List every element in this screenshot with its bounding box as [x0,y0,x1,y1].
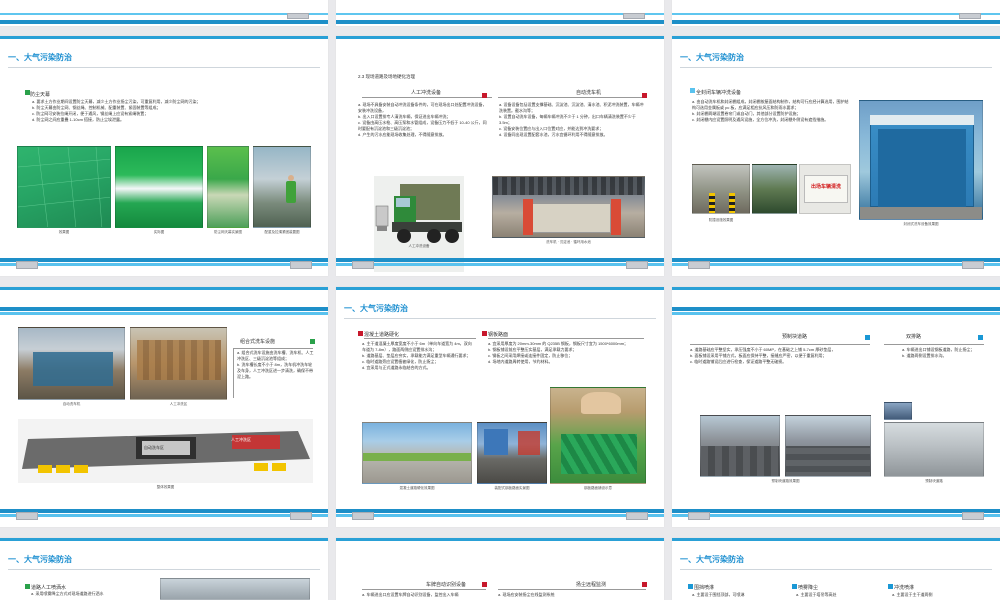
photo-auto-washer [18,327,125,400]
photo-double-2 [884,422,984,477]
photo-weight [253,146,311,228]
subsection-title: 全封闭车辆冲洗设备 [696,90,742,96]
photo-spray [160,578,310,600]
heading-double: 双排路 [906,334,922,340]
page-title: 一、大气污染防治 [8,555,72,564]
label-auto: 自动洗车区 [144,445,164,450]
page-title: 一、大气污染防治 [344,304,408,313]
heading-concrete: 混凝土道路硬化 [364,332,400,338]
text-block-left: a. 现场不具备安装自动冲洗设备条件的，可在现场出口处配置冲洗设备，安装冲洗设备… [358,102,487,137]
slide-combined-wash[interactable]: 组合式洗车设施 a. 组合式洗车设施由洗车槽、洗车机、人工冲洗区、三级沉淀池等组… [0,287,328,527]
heading-steel: 钢板路面 [488,332,509,338]
text-block-right: a. 车辆进出口铺设钢板道路，防止扬尘； b. 道路两侧设置排水沟。 [902,347,975,358]
photo-concrete-road [362,422,472,484]
photo-rendering [17,146,111,228]
text-block-left: a. 道路基础应平整坚实，承压强度不小于 60MP，在基础之上铺 5-7cm 厚… [690,347,836,364]
slide-row0-3[interactable] [672,0,1000,26]
slide-row0-2[interactable] [336,0,664,26]
slide-enclosed-wash[interactable]: 一、大气污染防治 全封闭车辆冲洗设备 a. 由自动洗车机和封闭棚组成，封闭棚按屋… [672,36,1000,276]
photo-sign-board: 出场车辆清洗 [799,164,851,214]
photo-manual-wash [130,327,227,400]
photo-enclosed-shed [859,100,983,220]
heading-manual-wash: 人工冲洗设备 [411,90,442,96]
heading-spray: 道路人工喷洒水 [31,585,67,591]
diagram-3d-overview: 人工冲洗区 自动洗车区 [18,419,313,483]
slide-plate-recognition[interactable]: 车牌自动识别设备 扬尘远程监测 a. 车辆进出口应设置车牌自动识别设备，监控出入… [336,538,664,600]
text-block: a. 由自动洗车机和封闭棚组成，封闭棚按屋面结构制作，结构可行应经计算选用，围护… [692,99,849,122]
photo-precast-2 [785,415,871,477]
text-block-right: a. 设备设备包括设置支撑基础、沉淀池、沉淀池、清水池、积泥冲洗装置，车辆冲洗装… [499,102,644,137]
text-block: a. 要求土方作业期间设置防尘天幕，减少土方作业扬尘污染，可重复利用，减少防尘网… [32,99,201,122]
heading-wash-spray: 冲洗喷淋 [894,585,915,591]
slide-precast-road[interactable]: 预制块道路 双排路 a. 道路基础应平整坚实，承压强度不小于 60MP，在基础之… [672,287,1000,527]
heading-fence-spray: 围挡喷淋 [694,585,715,591]
heading-monitor: 扬尘远程监测 [576,582,607,588]
text-block-right: a. 宜采用厚度为 20mm-30mm 的 Q235B 钢板，钢板尺寸宜为 15… [488,341,629,364]
slide-concrete-steel[interactable]: 一、大气污染防治 混凝土道路硬化 a. 主干道混凝土厚度宽度不小于 6m（单向车… [336,287,664,527]
heading-mist-spray: 喷雾降尘 [798,585,819,591]
photo-truck [752,164,797,214]
photo-auto-washer [492,176,645,238]
heading-auto-wash: 自动洗车机 [576,90,602,96]
subsection-title: 防尘天幕 [30,92,51,98]
page-title: 一、大气污染防治 [680,53,744,62]
photo-double-1 [884,402,912,420]
label-manual: 人工冲洗区 [231,437,251,442]
slide-row0-1[interactable] [0,0,328,26]
slide-spray-systems[interactable]: 一、大气污染防治 围挡喷淋 喷雾降尘 冲洗喷淋 a. 主要设于围挡顶部，可喷淋 … [672,538,1000,600]
slide-road-spray[interactable]: 一、大气污染防治 道路人工喷洒水 a. 采用喷雾降尘方式对现场道路进行洒水 [0,538,328,600]
page-title: 一、大气污染防治 [8,53,72,62]
photo-precast-1 [700,415,780,477]
heading-plate: 车牌自动识别设备 [426,582,467,588]
heading-combined: 组合式洗车设施 [240,339,276,345]
page-title: 一、大气污染防治 [680,555,744,564]
photo-actual [115,146,203,228]
photo-canopy [207,146,249,228]
photo-barrier [692,164,750,214]
subsection-title: 2.3 现场道路及场地硬化治理 [358,74,416,79]
heading-precast: 预制块道路 [782,334,808,340]
photo-laying [550,387,646,484]
photo-steel-plate [477,422,547,484]
slide-road-hardening[interactable]: 2.3 现场道路及场地硬化治理 人工冲洗设备 自动洗车机 a. 现场不具备安装自… [336,36,664,276]
layout-diagram-icon [22,431,310,473]
text-block: a. 组合式洗车设施由洗车槽、洗车机、人工冲洗区、三级沉淀池等组成； b. 洗车槽… [237,350,314,379]
grid-icon [18,147,110,227]
text-block-left: a. 主干道混凝土厚度宽度不小于 6m（单向车道宽为 4m，双向车道为 7-8m… [362,341,472,370]
slide-dust-canopy[interactable]: 一、大气污染防治 防尘天幕 a. 要求土方作业期间设置防尘天幕，减少土方作业扬尘… [0,36,328,276]
